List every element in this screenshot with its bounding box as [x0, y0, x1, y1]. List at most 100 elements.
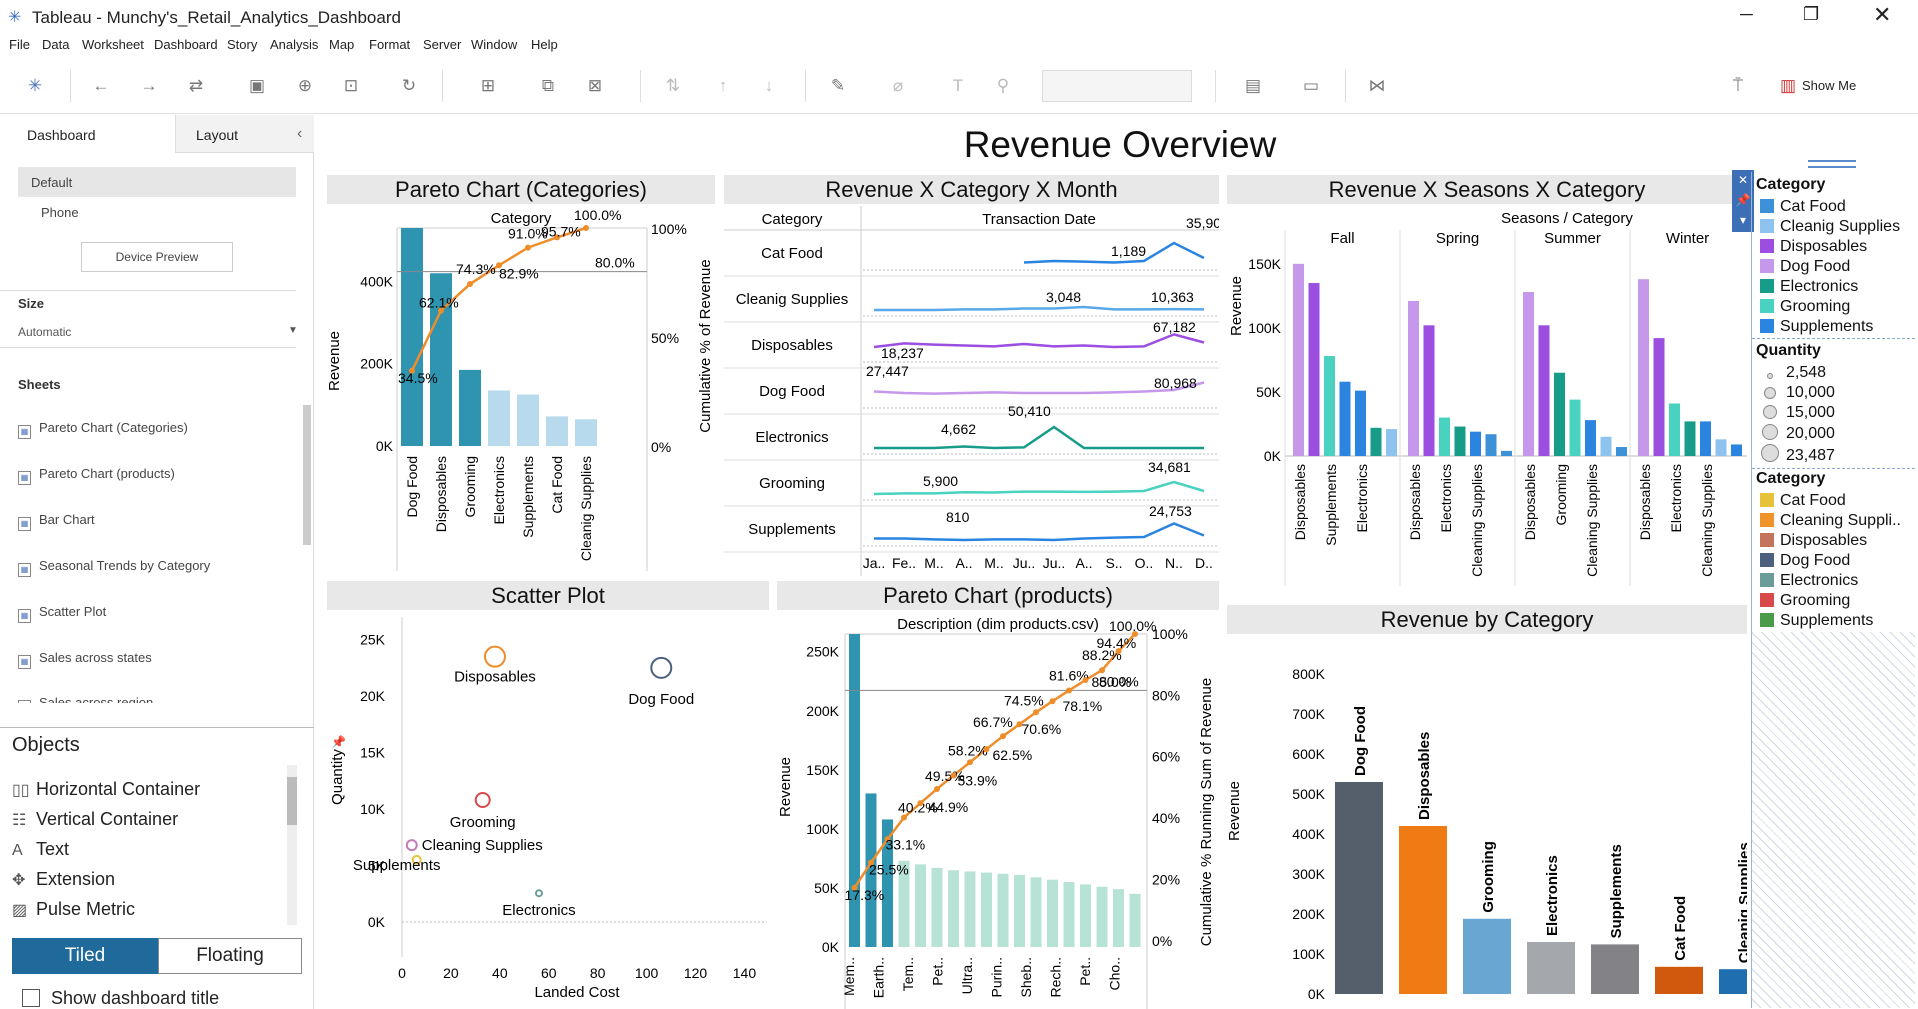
legend-item[interactable]: Dog Food: [1760, 552, 1850, 570]
menu-file[interactable]: File: [9, 37, 30, 52]
format-painter-icon[interactable]: ⍑: [1725, 73, 1751, 99]
sort-asc-icon[interactable]: ↑: [710, 73, 736, 99]
floating-button[interactable]: Floating: [158, 938, 302, 974]
share-icon[interactable]: ⋈: [1364, 73, 1390, 99]
object-item[interactable]: ▨ Pulse Metric: [12, 899, 135, 920]
legend-item[interactable]: 15,000: [1760, 404, 1835, 422]
swap-icon[interactable]: ⇅: [660, 73, 686, 99]
close-icon[interactable]: ✕: [1873, 2, 1891, 28]
menu-map[interactable]: Map: [329, 37, 354, 52]
new-worksheet-icon[interactable]: ⊞: [475, 73, 501, 99]
object-item[interactable]: ☷ Vertical Container: [12, 809, 178, 830]
menu-format[interactable]: Format: [369, 37, 410, 52]
point-label: Electronics: [502, 902, 575, 919]
menu-server[interactable]: Server: [423, 37, 461, 52]
object-item[interactable]: ✥ Extension: [12, 869, 115, 890]
labels-icon[interactable]: T: [945, 73, 971, 99]
show-me-icon[interactable]: ▥: [1775, 73, 1801, 99]
collapse-icon[interactable]: ‹: [297, 125, 302, 143]
scatter-chart: Quantity Landed Cost 25K20K15K10K5K0K0 20…: [329, 617, 767, 1001]
menu-data[interactable]: Data: [42, 37, 69, 52]
pct-label: 94.4%: [1097, 635, 1137, 651]
legend-item[interactable]: Cleanig Supplies: [1760, 218, 1900, 236]
show-cards-icon[interactable]: ▤: [1240, 73, 1266, 99]
scrollbar[interactable]: [303, 405, 311, 545]
bar: [1719, 969, 1747, 994]
show-title-checkbox[interactable]: [22, 989, 40, 1007]
menu-dashboard[interactable]: Dashboard: [154, 37, 218, 52]
legend-item[interactable]: Supplements: [1760, 612, 1873, 630]
sheet-icon: ▦: [18, 609, 31, 623]
object-item[interactable]: A Text: [12, 839, 69, 860]
objects-scrollbar[interactable]: [287, 765, 297, 925]
tab-dashboard[interactable]: Dashboard: [0, 115, 175, 153]
fit-dropdown[interactable]: [1042, 70, 1192, 102]
legend-item[interactable]: 10,000: [1760, 384, 1835, 402]
y-axis-label: Revenue: [327, 331, 343, 391]
pct-label: 85.0%: [1092, 674, 1132, 690]
redo-icon[interactable]: →: [136, 73, 162, 99]
legend-label: 20,000: [1786, 425, 1835, 442]
sort-desc-icon[interactable]: ↓: [756, 73, 782, 99]
clear-sheet-icon[interactable]: ⊠: [582, 73, 608, 99]
show-me-button[interactable]: Show Me: [1802, 78, 1856, 93]
legend-item[interactable]: Cat Food: [1760, 492, 1846, 510]
device-phone[interactable]: Phone: [41, 205, 79, 220]
legend-item[interactable]: Disposables: [1760, 238, 1867, 256]
new-datasource-icon[interactable]: ⊕: [292, 73, 318, 99]
menu-story[interactable]: Story: [227, 37, 257, 52]
size-dropdown[interactable]: Automatic: [18, 325, 71, 339]
drag-handle[interactable]: [1808, 160, 1856, 168]
legend-item[interactable]: Grooming: [1760, 298, 1850, 316]
legend-item[interactable]: Electronics: [1760, 572, 1858, 590]
group-icon[interactable]: ⌀: [885, 73, 911, 99]
cumulative-point: [1082, 677, 1089, 684]
menu-analysis[interactable]: Analysis: [270, 37, 318, 52]
chevron-down-icon[interactable]: ▼: [288, 325, 298, 336]
x-tick-label: Cleanig Supplies: [578, 456, 594, 561]
presentation-icon[interactable]: ▭: [1298, 73, 1324, 99]
pin-icon[interactable]: ⚲: [990, 73, 1016, 99]
legend-item[interactable]: Grooming: [1760, 592, 1850, 610]
menu-window[interactable]: Window: [471, 37, 517, 52]
legend-item[interactable]: Cleaning Suppli..: [1760, 512, 1901, 530]
y-tick-label: 20K: [360, 688, 386, 704]
highlight-icon[interactable]: ✎: [825, 73, 851, 99]
minimize-icon[interactable]: ─: [1740, 4, 1753, 25]
sheet-item[interactable]: ▦ Sales across region: [18, 695, 153, 703]
refresh-icon[interactable]: ↻: [396, 73, 422, 99]
sheet-label: Seasonal Trends by Category: [39, 558, 211, 573]
sheet-item[interactable]: ▦ Pareto Chart (Categories): [18, 420, 188, 439]
object-item[interactable]: ▯▯ Horizontal Container: [12, 779, 200, 800]
duplicate-icon[interactable]: ⧉: [535, 73, 561, 99]
legend-item[interactable]: Supplements: [1760, 318, 1873, 336]
legend-title: Category: [1756, 176, 1826, 193]
tab-layout[interactable]: Layout: [175, 115, 314, 153]
undo-icon[interactable]: ←: [88, 73, 114, 99]
sheet-item[interactable]: ▦ Bar Chart: [18, 512, 95, 531]
legend-item[interactable]: Cat Food: [1760, 198, 1846, 216]
device-preview-button[interactable]: Device Preview: [81, 242, 233, 272]
menu-help[interactable]: Help: [531, 37, 558, 52]
sheet-item[interactable]: ▦ Pareto Chart (products): [18, 466, 175, 485]
pause-updates-icon[interactable]: ⊡: [338, 73, 364, 99]
legend-item[interactable]: 2,548: [1760, 364, 1826, 382]
sheet-item[interactable]: ▦ Scatter Plot: [18, 604, 106, 623]
replay-icon[interactable]: ⇄: [183, 73, 209, 99]
legend-item[interactable]: 20,000: [1760, 424, 1835, 443]
restore-icon[interactable]: ❐: [1803, 4, 1819, 25]
sheet-item[interactable]: ▦ Seasonal Trends by Category: [18, 558, 210, 577]
legend-item[interactable]: Disposables: [1760, 532, 1867, 550]
device-default[interactable]: Default: [18, 167, 296, 197]
save-icon[interactable]: ▣: [244, 73, 270, 99]
tiled-button[interactable]: Tiled: [12, 938, 158, 974]
legend-item[interactable]: Dog Food: [1760, 258, 1850, 276]
tableau-home-icon[interactable]: ✳: [22, 73, 48, 99]
x-tick-label: Cat Food: [549, 456, 565, 514]
legend-item[interactable]: Electronics: [1760, 278, 1858, 296]
size-circle-icon: [1762, 424, 1778, 440]
pct-label: 100.0%: [574, 207, 621, 223]
legend-item[interactable]: 23,487: [1760, 444, 1835, 465]
menu-worksheet[interactable]: Worksheet: [82, 37, 144, 52]
sheet-item[interactable]: ▦ Sales across states: [18, 650, 152, 669]
